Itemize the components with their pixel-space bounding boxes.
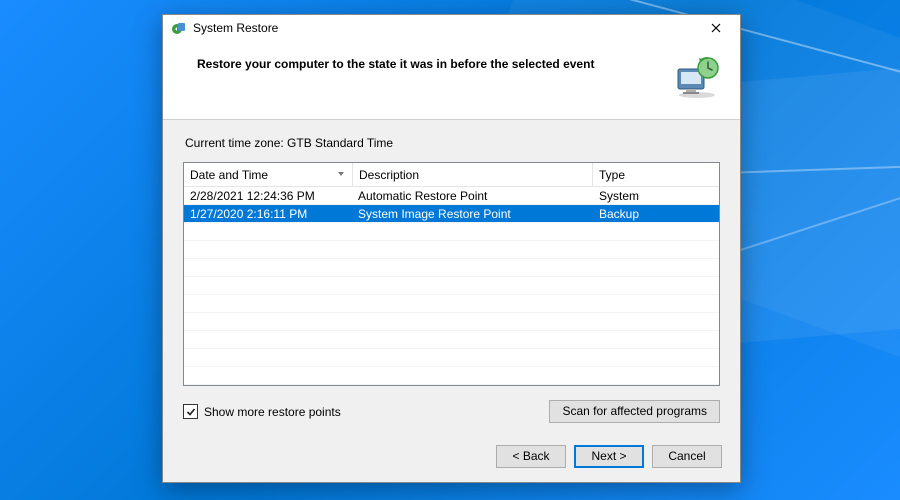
column-header-date[interactable]: Date and Time	[184, 163, 353, 186]
checkmark-icon	[186, 407, 196, 417]
below-table-row: Show more restore points Scan for affect…	[183, 400, 720, 423]
next-button[interactable]: Next >	[574, 445, 644, 468]
dialog-footer: < Back Next > Cancel	[163, 435, 740, 482]
cancel-button[interactable]: Cancel	[652, 445, 722, 468]
timezone-label: Current time zone: GTB Standard Time	[185, 136, 720, 150]
column-header-type[interactable]: Type	[593, 163, 719, 186]
header-heading: Restore your computer to the state it wa…	[197, 55, 664, 71]
cell-type: System	[593, 189, 719, 203]
show-more-checkbox[interactable]: Show more restore points	[183, 404, 341, 419]
table-row	[184, 331, 719, 349]
cell-desc: System Image Restore Point	[352, 207, 593, 221]
show-more-label: Show more restore points	[204, 405, 341, 419]
scan-affected-button[interactable]: Scan for affected programs	[549, 400, 720, 423]
table-body: 2/28/2021 12:24:36 PMAutomatic Restore P…	[184, 187, 719, 385]
cell-desc: Automatic Restore Point	[352, 189, 593, 203]
table-row	[184, 349, 719, 367]
table-row	[184, 277, 719, 295]
checkbox-box	[183, 404, 198, 419]
table-row	[184, 295, 719, 313]
table-row	[184, 241, 719, 259]
close-icon	[711, 23, 721, 33]
system-restore-icon	[171, 20, 187, 36]
cell-type: Backup	[593, 207, 719, 221]
table-row	[184, 259, 719, 277]
cell-date: 1/27/2020 2:16:11 PM	[184, 207, 352, 221]
close-button[interactable]	[696, 16, 736, 40]
table-row[interactable]: 1/27/2020 2:16:11 PMSystem Image Restore…	[184, 205, 719, 223]
titlebar: System Restore	[163, 15, 740, 41]
back-button[interactable]: < Back	[496, 445, 566, 468]
restore-point-illustration-icon	[674, 55, 720, 99]
dialog-body: Current time zone: GTB Standard Time Dat…	[163, 120, 740, 435]
column-header-description[interactable]: Description	[353, 163, 593, 186]
system-restore-dialog: System Restore Restore your computer to …	[162, 14, 741, 483]
dialog-header: Restore your computer to the state it wa…	[163, 41, 740, 120]
table-row	[184, 313, 719, 331]
table-row[interactable]: 2/28/2021 12:24:36 PMAutomatic Restore P…	[184, 187, 719, 205]
table-row	[184, 223, 719, 241]
table-row	[184, 367, 719, 385]
window-title: System Restore	[193, 21, 696, 35]
table-header: Date and Time Description Type	[184, 163, 719, 187]
cell-date: 2/28/2021 12:24:36 PM	[184, 189, 352, 203]
restore-points-table: Date and Time Description Type 2/28/2021…	[183, 162, 720, 386]
